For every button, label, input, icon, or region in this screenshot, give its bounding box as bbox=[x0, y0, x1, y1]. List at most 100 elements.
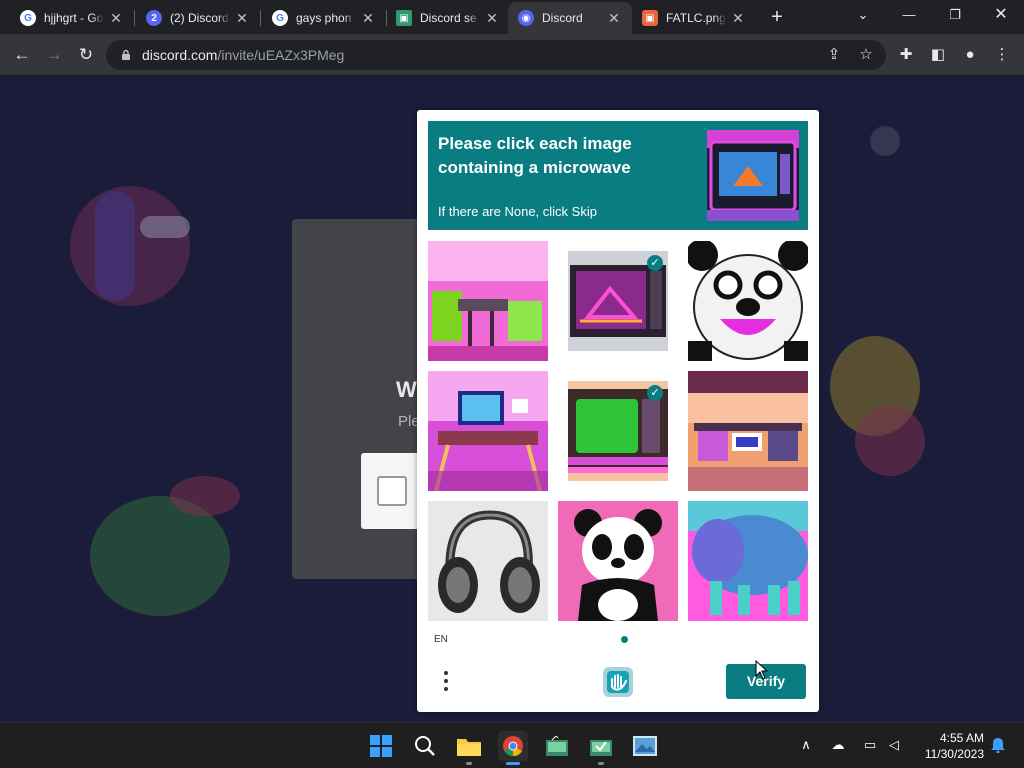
clock-date: 11/30/2023 bbox=[924, 747, 984, 761]
tab-search-icon[interactable]: ⌄ bbox=[840, 4, 886, 26]
address-bar[interactable]: discord.com/invite/uEAZx3PMeg bbox=[106, 40, 886, 70]
captcha-tile[interactable] bbox=[688, 371, 808, 491]
share-icon[interactable]: ⇪ bbox=[824, 45, 844, 65]
app-icon bbox=[590, 740, 612, 756]
notification-bell-icon[interactable] bbox=[988, 737, 1008, 755]
hcaptcha-logo-icon bbox=[603, 667, 633, 697]
illustration-character bbox=[855, 406, 925, 476]
browser-tab[interactable]: G hjjhgrt - Go ✕ bbox=[10, 4, 134, 32]
tab-title: Discord bbox=[542, 11, 583, 25]
browser-tab[interactable]: ▣ Discord se ✕ bbox=[386, 4, 510, 32]
volume-icon[interactable]: ◁ bbox=[884, 737, 904, 755]
app-taskbar-button[interactable] bbox=[586, 731, 616, 765]
image-icon: ▣ bbox=[396, 10, 412, 26]
tab-title: gays phon bbox=[296, 11, 352, 25]
captcha-tile[interactable] bbox=[428, 501, 548, 621]
panda-image bbox=[558, 501, 678, 621]
windows-logo-icon bbox=[370, 735, 392, 757]
captcha-tile[interactable] bbox=[428, 241, 548, 361]
browser-tab-active[interactable]: ◉ Discord ✕ bbox=[508, 2, 632, 34]
file-explorer-button[interactable] bbox=[454, 731, 484, 765]
chrome-icon bbox=[503, 736, 523, 757]
tab-title: (2) Discord bbox=[170, 11, 229, 25]
close-tab-icon[interactable]: ✕ bbox=[606, 10, 622, 27]
side-panel-icon[interactable]: ◧ bbox=[928, 45, 948, 65]
selected-check-icon: ✓ bbox=[647, 255, 663, 271]
discord-icon: ◉ bbox=[518, 10, 534, 26]
display-icon[interactable]: ▭ bbox=[860, 737, 880, 755]
illustration-character bbox=[95, 191, 135, 301]
bookmark-star-icon[interactable]: ☆ bbox=[856, 45, 876, 65]
panda-face-image bbox=[688, 241, 808, 361]
discord-notification-icon: 2 bbox=[146, 10, 162, 26]
browser-tab[interactable]: ▣ FATLC.png ✕ bbox=[632, 4, 756, 32]
new-tab-button[interactable]: + bbox=[766, 6, 788, 28]
tab-title: Discord se bbox=[420, 11, 477, 25]
back-button[interactable]: ← bbox=[10, 43, 34, 67]
tab-strip: G hjjhgrt - Go ✕ 2 (2) Discord ✕ G gays … bbox=[0, 0, 1024, 34]
system-clock[interactable]: 4:55 AM 11/30/2023 bbox=[914, 730, 984, 762]
desk-image bbox=[428, 371, 548, 491]
illustration-planet bbox=[870, 126, 900, 156]
restore-button[interactable]: ❐ bbox=[932, 4, 978, 26]
close-tab-icon[interactable]: ✕ bbox=[108, 10, 124, 27]
photos-taskbar-button[interactable] bbox=[630, 731, 660, 761]
captcha-menu-icon[interactable] bbox=[439, 667, 453, 697]
forward-button[interactable]: → bbox=[42, 43, 66, 67]
example-image bbox=[707, 130, 799, 221]
google-g-icon: G bbox=[272, 10, 288, 26]
card-title: W bbox=[396, 377, 417, 402]
captcha-tile-selected[interactable]: ✓ bbox=[558, 241, 678, 361]
menu-kebab-icon[interactable]: ⋮ bbox=[992, 45, 1012, 65]
illustration-hat bbox=[170, 476, 240, 516]
prompt-text: Please click each image containing a mic… bbox=[438, 134, 632, 177]
image-icon: ▣ bbox=[642, 10, 658, 26]
profile-icon[interactable]: ● bbox=[960, 45, 980, 65]
skip-hint: If there are None, click Skip bbox=[438, 204, 597, 219]
close-tab-icon[interactable]: ✕ bbox=[730, 10, 746, 27]
google-g-icon: G bbox=[20, 10, 36, 26]
close-tab-icon[interactable]: ✕ bbox=[484, 10, 500, 27]
headphones-image bbox=[428, 501, 548, 621]
browser-toolbar: ← → ↻ discord.com/invite/uEAZx3PMeg ⇪ ☆ … bbox=[0, 34, 1024, 76]
captcha-tile[interactable] bbox=[688, 241, 808, 361]
app-icon bbox=[546, 736, 568, 756]
tab-title: FATLC.png bbox=[666, 11, 726, 25]
show-hidden-icons-icon[interactable]: ∧ bbox=[796, 737, 816, 755]
tab-title: hjjhgrt - Go bbox=[44, 11, 104, 25]
search-icon bbox=[415, 736, 435, 756]
browser-tab[interactable]: G gays phon ✕ bbox=[262, 4, 386, 32]
selected-check-icon: ✓ bbox=[647, 385, 663, 401]
clock-time: 4:55 AM bbox=[939, 731, 984, 745]
reload-button[interactable]: ↻ bbox=[74, 43, 98, 67]
mouse-cursor-icon bbox=[755, 660, 769, 680]
captcha-tile[interactable] bbox=[688, 501, 808, 621]
chrome-taskbar-button[interactable] bbox=[498, 731, 528, 765]
language-selector[interactable]: EN bbox=[434, 634, 448, 645]
app-taskbar-button[interactable] bbox=[542, 731, 572, 761]
extensions-puzzle-icon[interactable]: ✚ bbox=[896, 45, 916, 65]
desk-image bbox=[688, 371, 808, 491]
search-button[interactable] bbox=[410, 731, 440, 761]
browser-tab[interactable]: 2 (2) Discord ✕ bbox=[136, 4, 260, 32]
url-text: discord.com/invite/uEAZx3PMeg bbox=[142, 47, 345, 63]
onedrive-icon[interactable]: ☁ bbox=[828, 737, 848, 755]
illustration-bubble bbox=[140, 216, 190, 238]
captcha-tile[interactable] bbox=[428, 371, 548, 491]
close-window-button[interactable]: ✕ bbox=[978, 4, 1024, 26]
captcha-tile[interactable] bbox=[558, 501, 678, 621]
folder-icon bbox=[457, 739, 481, 756]
page-indicator-dot bbox=[621, 636, 628, 643]
minimize-button[interactable]: — bbox=[886, 4, 932, 26]
captcha-tile-selected[interactable]: ✓ bbox=[558, 371, 678, 491]
close-tab-icon[interactable]: ✕ bbox=[360, 10, 376, 27]
captcha-checkbox[interactable] bbox=[377, 476, 407, 506]
windows-taskbar: ∧ ☁ ▭ ◁ 4:55 AM 11/30/2023 bbox=[0, 722, 1024, 768]
furry-creature-image bbox=[688, 501, 808, 621]
lock-icon bbox=[122, 49, 130, 60]
desk-image bbox=[428, 241, 548, 361]
start-button[interactable] bbox=[366, 731, 396, 761]
captcha-prompt: Please click each image containing a mic… bbox=[428, 121, 808, 230]
captcha-challenge: Please click each image containing a mic… bbox=[417, 110, 819, 712]
close-tab-icon[interactable]: ✕ bbox=[234, 10, 250, 27]
